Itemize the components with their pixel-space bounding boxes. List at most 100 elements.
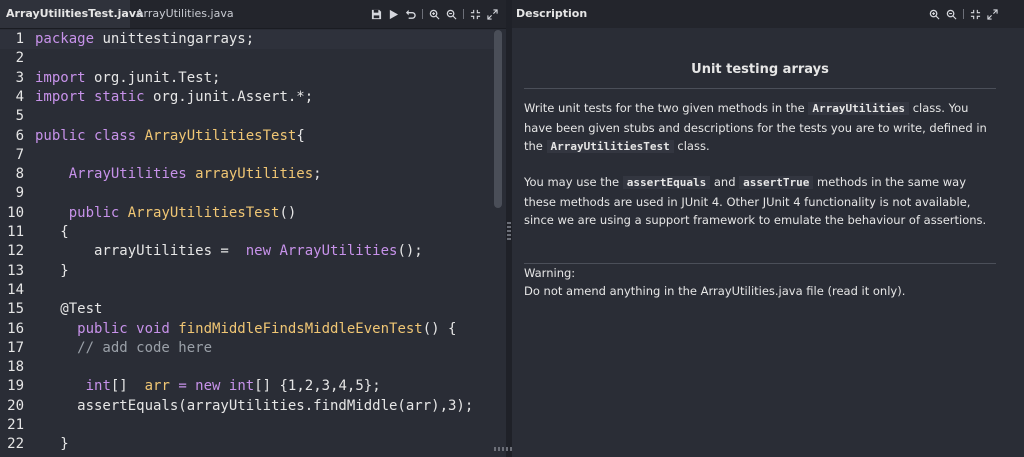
line-number: 16 — [7, 320, 24, 337]
splitter-grip-icon[interactable] — [507, 222, 511, 240]
toolbar-divider — [963, 9, 964, 19]
zoom-out-icon[interactable] — [946, 9, 957, 20]
code-text: ArrayUtilities arrayUtilities; — [60, 166, 322, 183]
warning-label: Warning: — [524, 266, 576, 280]
save-icon[interactable] — [371, 9, 382, 20]
code-text: { — [35, 224, 69, 240]
code-line[interactable]: 19 int[] arr = new int[] {1,2,3,4,5}; — [0, 377, 494, 396]
code-line[interactable]: 6 public class ArrayUtilitiesTest{ — [0, 127, 494, 146]
description-paragraph-2: You may use the assertEquals and assertT… — [524, 173, 996, 230]
code-line[interactable]: 17 // add code here — [0, 339, 494, 358]
line-number: 17 — [7, 339, 24, 356]
line-number: 14 — [7, 281, 24, 298]
code-text: public class ArrayUtilitiesTest{ — [35, 127, 305, 144]
inline-code: ArrayUtilitiesTest — [546, 140, 674, 153]
line-number: 6 — [15, 127, 24, 144]
code-line[interactable]: 22 } — [0, 435, 494, 454]
code-text: public void findMiddleFindsMiddleEvenTes… — [68, 320, 457, 337]
code-text: arrayUtilities = new ArrayUtilities(); — [35, 243, 423, 260]
code-text: import static org.junit.Assert.*; — [35, 88, 314, 105]
description-header-title: Description — [516, 7, 588, 20]
warning-text: Do not amend anything in the ArrayUtilit… — [524, 284, 906, 298]
code-line[interactable]: 4 import static org.junit.Assert.*; — [0, 88, 494, 107]
title-divider — [524, 88, 996, 89]
zoom-in-icon[interactable] — [929, 9, 940, 20]
toolbar-divider — [422, 9, 423, 19]
zoom-in-icon[interactable] — [429, 9, 440, 20]
editor-tabbar: ArrayUtilitiesTest.java ArrayUtilities.j… — [0, 0, 506, 29]
code-line[interactable]: 12 arrayUtilities = new ArrayUtilities()… — [0, 242, 494, 261]
line-number: 20 — [7, 397, 24, 414]
code-text: package unittestingarrays; — [35, 31, 255, 47]
paragraph-text: You may use the — [524, 175, 623, 189]
line-number: 7 — [15, 146, 24, 163]
code-line[interactable]: 11 { — [0, 223, 494, 242]
code-line[interactable]: 1 package unittestingarrays; — [0, 30, 494, 49]
line-number: 21 — [7, 417, 24, 433]
inline-code: assertTrue — [739, 176, 814, 189]
code-text: } — [35, 436, 69, 453]
code-line[interactable]: 14 — [0, 281, 494, 300]
zoom-out-icon[interactable] — [446, 9, 457, 20]
paragraph-text: and — [710, 175, 740, 189]
code-line[interactable]: 10 public ArrayUtilitiesTest() — [0, 204, 494, 223]
code-line[interactable]: 2 — [0, 49, 494, 68]
expand-icon[interactable] — [487, 8, 498, 20]
line-number: 22 — [7, 436, 24, 453]
app: ArrayUtilitiesTest.java ArrayUtilities.j… — [0, 0, 1024, 457]
code-text: int[] arr = new int[] {1,2,3,4,5}; — [77, 378, 381, 395]
description-paragraph-1: Write unit tests for the two given metho… — [524, 99, 996, 157]
code-line[interactable]: 5 — [0, 107, 494, 126]
description-header: Description — [512, 0, 1024, 28]
line-number: 8 — [15, 166, 24, 183]
inline-code: ArrayUtilities — [808, 102, 910, 115]
paragraph-text: Write unit tests for the two given metho… — [524, 101, 809, 115]
code-line[interactable]: 15 @Test — [0, 300, 494, 319]
line-number: 11 — [7, 224, 24, 240]
toolbar-divider — [463, 9, 464, 19]
run-icon[interactable] — [388, 9, 399, 20]
editor-toolbar — [371, 0, 498, 28]
description-title: Unit testing arrays — [691, 62, 829, 77]
code-text: assertEquals(arrayUtilities.findMiddle(a… — [35, 397, 474, 414]
code-line[interactable]: 9 — [0, 184, 494, 203]
code-line[interactable]: 21 — [0, 416, 494, 435]
code-text: } — [35, 262, 69, 279]
code-text: @Test — [35, 301, 103, 318]
code-line[interactable]: 3 import org.junit.Test; — [0, 69, 494, 88]
paragraph-text: class. — [673, 139, 710, 153]
code-editor[interactable]: 1 package unittestingarrays; 2 3 import org.… — [0, 30, 506, 457]
inline-code: assertEquals — [622, 176, 711, 189]
code-text: // add code here — [68, 339, 213, 356]
line-number: 2 — [15, 50, 24, 67]
line-number: 10 — [7, 204, 24, 221]
undo-icon[interactable] — [405, 9, 416, 20]
tab-arrayutilitiestest[interactable]: ArrayUtilitiesTest.java — [0, 0, 143, 28]
line-number: 13 — [7, 262, 24, 279]
editor-pane: ArrayUtilitiesTest.java ArrayUtilities.j… — [0, 0, 506, 457]
code-line[interactable]: 18 — [0, 358, 494, 377]
line-number: 9 — [15, 185, 24, 202]
line-number: 4 — [15, 88, 24, 105]
code-line[interactable]: 7 — [0, 146, 494, 165]
line-number: 5 — [15, 108, 24, 125]
code-text: import org.junit.Test; — [35, 69, 221, 86]
line-number: 18 — [7, 359, 24, 376]
line-number: 1 — [15, 31, 24, 47]
editor-scrollbar[interactable] — [494, 30, 502, 208]
code-line[interactable]: 20 assertEquals(arrayUtilities.findMiddl… — [0, 397, 494, 416]
expand-icon[interactable] — [987, 8, 998, 20]
line-number: 3 — [15, 69, 24, 86]
code-line[interactable]: 16 public void findMiddleFindsMiddleEven… — [0, 320, 494, 339]
collapse-icon[interactable] — [470, 9, 481, 20]
description-toolbar — [929, 0, 998, 28]
line-number: 12 — [7, 243, 24, 260]
code-line[interactable]: 8 ArrayUtilities arrayUtilities; — [0, 165, 494, 184]
code-text: public ArrayUtilitiesTest() — [60, 204, 297, 221]
code-line[interactable]: 13 } — [0, 262, 494, 281]
line-number: 15 — [7, 301, 24, 318]
tab-arrayutilities[interactable]: ArrayUtilities.java — [130, 0, 240, 28]
description-pane: Description Unit testing arrays Write un… — [512, 0, 1024, 457]
line-number: 19 — [7, 378, 24, 395]
collapse-icon[interactable] — [970, 9, 981, 20]
